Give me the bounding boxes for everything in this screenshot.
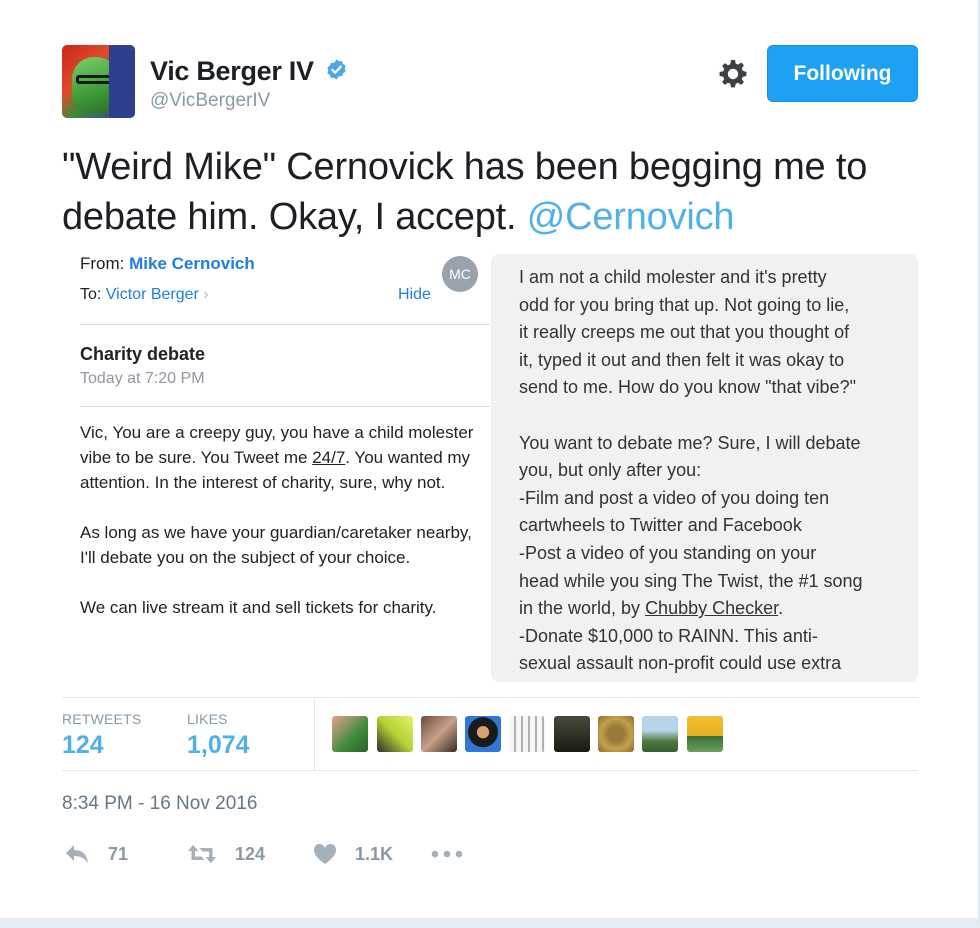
avatar-shade — [109, 45, 135, 118]
author-avatar[interactable] — [62, 45, 135, 118]
reply-text: I am not a child molester and it's prett… — [519, 264, 899, 682]
liker-avatar[interactable] — [598, 716, 634, 752]
retweet-action[interactable]: 124 — [187, 840, 265, 868]
reply-count: 71 — [108, 843, 129, 864]
liker-avatar[interactable] — [421, 716, 457, 752]
following-button[interactable]: Following — [767, 45, 918, 102]
author-name[interactable]: Vic Berger IV — [150, 56, 314, 87]
email-divider — [80, 406, 490, 407]
verified-icon — [327, 59, 346, 80]
email-hide-link: Hide — [398, 286, 431, 303]
email-to-label: To: — [80, 286, 102, 303]
reply-action[interactable]: 71 — [64, 840, 128, 868]
email-from-name: Mike Cernovich — [129, 254, 255, 273]
chevron-right-icon: › — [203, 286, 209, 303]
liker-avatar[interactable] — [687, 716, 723, 752]
email-paragraph: Vic, You are a creepy guy, you have a ch… — [80, 423, 474, 492]
email-to-name: Victor Berger — [105, 286, 199, 303]
email-date: Today at 7:20 PM — [80, 370, 205, 387]
divider — [62, 770, 918, 771]
email-paragraph: As long as we have your guardian/caretak… — [80, 523, 472, 567]
email-body: Vic, You are a creepy guy, you have a ch… — [80, 420, 480, 645]
email-divider — [80, 324, 490, 325]
tweet-timestamp[interactable]: 8:34 PM - 16 Nov 2016 — [62, 793, 257, 815]
reply-paragraph: I am not a child molester and it's prett… — [519, 267, 856, 398]
media-reply-screenshot[interactable]: I am not a child molester and it's prett… — [491, 254, 918, 682]
reply-icon — [66, 845, 88, 863]
email-from: From: Mike Cernovich — [80, 254, 255, 274]
liker-avatar[interactable] — [465, 716, 501, 752]
like-count: 1.1K — [355, 843, 394, 864]
author-handle[interactable]: @VicBergerIV — [150, 90, 270, 112]
email-paragraph: We can live stream it and sell tickets f… — [80, 598, 437, 617]
retweet-count: 124 — [235, 843, 266, 864]
gear-icon[interactable] — [717, 58, 749, 90]
liker-avatar[interactable] — [554, 716, 590, 752]
liker-avatar[interactable] — [509, 716, 545, 752]
stats-separator — [314, 698, 315, 770]
mention-link[interactable]: @Cernovich — [527, 196, 735, 238]
more-dots-icon — [431, 850, 463, 858]
retweet-icon — [188, 845, 216, 863]
reply-paragraph: You want to debate me? Sure, I will deba… — [519, 432, 863, 674]
retweets-count[interactable]: 124 — [62, 731, 104, 760]
like-action[interactable]: 1.1K — [313, 840, 393, 868]
tweet-body: "Weird Mike" Cernovick has been begging … — [62, 146, 868, 238]
more-action[interactable] — [431, 840, 481, 868]
likes-label[interactable]: LIKES — [187, 711, 228, 727]
email-to: To: Victor Berger › — [80, 286, 209, 304]
liker-avatar[interactable] — [332, 716, 368, 752]
email-subject: Charity debate — [80, 344, 206, 364]
sender-initials-badge: MC — [442, 256, 478, 292]
tweet-text: "Weird Mike" Cernovick has been begging … — [62, 142, 942, 242]
heart-icon — [313, 843, 337, 864]
likes-count[interactable]: 1,074 — [187, 731, 250, 760]
liker-avatar[interactable] — [377, 716, 413, 752]
divider — [62, 697, 918, 698]
email-from-label: From: — [80, 254, 125, 273]
media-email-screenshot[interactable]: From: Mike Cernovich To: Victor Berger ›… — [62, 248, 490, 682]
retweets-label[interactable]: RETWEETS — [62, 711, 141, 727]
liker-avatar[interactable] — [642, 716, 678, 752]
